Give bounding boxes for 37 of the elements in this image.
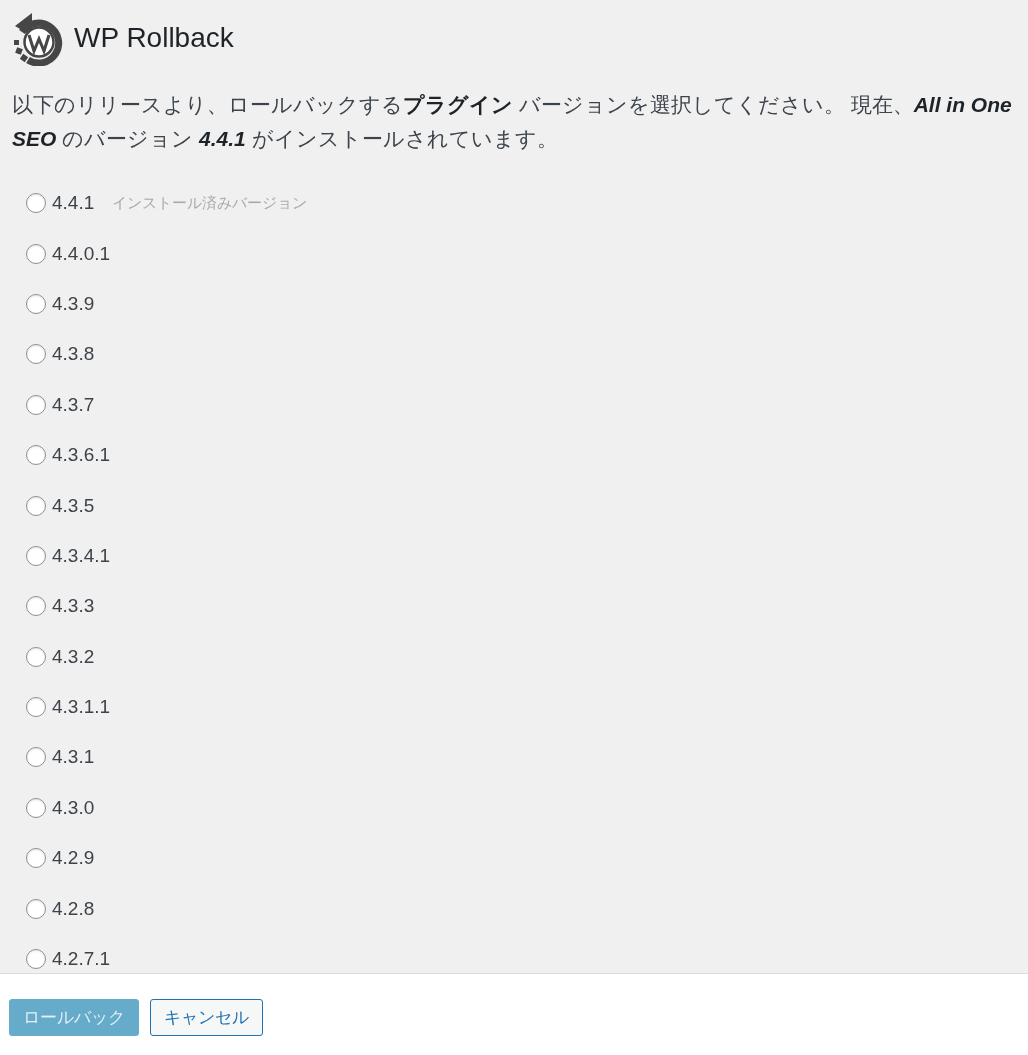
version-label[interactable]: 4.3.9: [52, 292, 95, 315]
radio-button[interactable]: [26, 394, 46, 415]
radio-button[interactable]: [26, 848, 46, 869]
radio-button[interactable]: [26, 243, 46, 264]
version-label[interactable]: 4.4.1: [52, 192, 95, 215]
radio-button[interactable]: [26, 797, 46, 818]
radio-button[interactable]: [26, 747, 46, 768]
version-label[interactable]: 4.3.1: [52, 746, 95, 769]
radio-button[interactable]: [26, 898, 46, 919]
cancel-button[interactable]: キャンセル: [150, 999, 263, 1036]
version-label[interactable]: 4.3.6.1: [52, 444, 111, 467]
installed-version-note: インストール済みバージョン: [112, 193, 308, 213]
radio-button[interactable]: [26, 596, 46, 617]
version-label[interactable]: 4.3.4.1: [52, 544, 111, 567]
version-label[interactable]: 4.3.8: [52, 343, 95, 366]
radio-button[interactable]: [26, 293, 46, 314]
radio-button[interactable]: [26, 193, 46, 214]
radio-button[interactable]: [26, 445, 46, 466]
circular-arrow-logo-icon: [12, 10, 63, 66]
radio-button[interactable]: [26, 545, 46, 566]
radio-button[interactable]: [26, 344, 46, 365]
radio-button[interactable]: [26, 949, 46, 970]
page-title: WP Rollback: [74, 21, 234, 55]
version-label[interactable]: 4.3.2: [52, 645, 95, 668]
version-label[interactable]: 4.3.5: [52, 494, 95, 517]
version-label[interactable]: 4.3.3: [52, 595, 95, 618]
version-label[interactable]: 4.2.7.1: [52, 948, 111, 971]
radio-button[interactable]: [26, 495, 46, 516]
version-label[interactable]: 4.4.0.1: [52, 242, 111, 265]
version-label[interactable]: 4.2.8: [52, 897, 95, 920]
radio-button[interactable]: [26, 646, 46, 667]
version-label[interactable]: 4.3.7: [52, 393, 95, 416]
description-text: 以下のリリースより、ロールバックするプラグイン バージョンを選択してください。 現在、All in One SEO のバージョン 4.4.1 がインストールされています。: [12, 92, 1013, 152]
version-label[interactable]: 4.3.0: [52, 796, 95, 819]
version-label[interactable]: 4.2.9: [52, 847, 95, 870]
radio-button[interactable]: [26, 697, 46, 718]
version-label[interactable]: 4.3.1.1: [52, 696, 111, 719]
